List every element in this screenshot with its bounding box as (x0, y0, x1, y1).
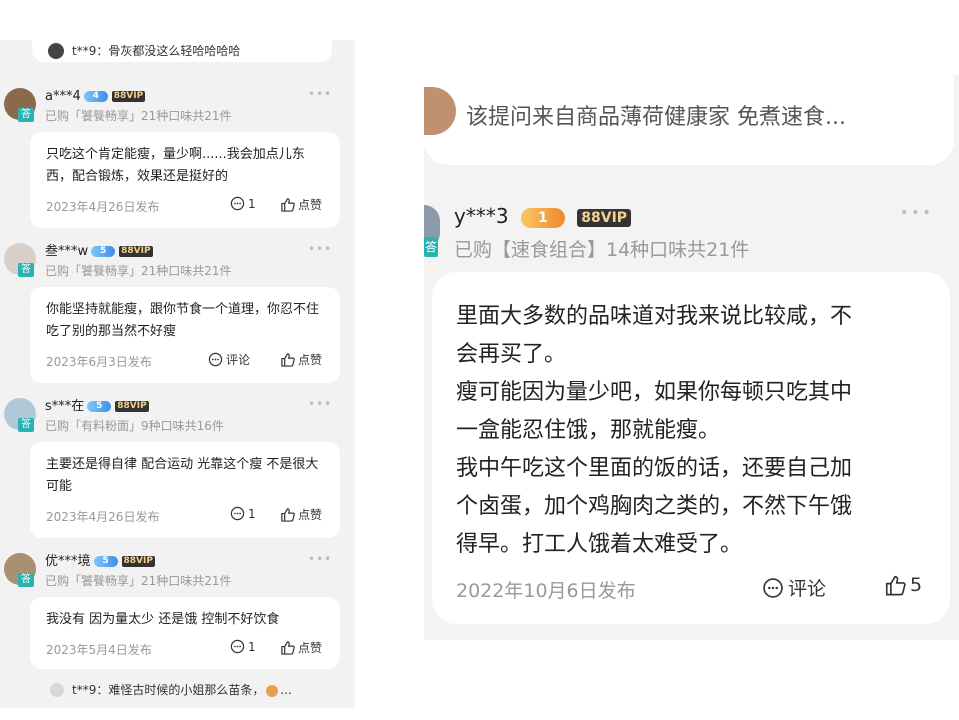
answer-badge: 答 (424, 237, 438, 257)
comment-button[interactable]: 评论 (762, 574, 826, 601)
answer-card: 里面大多数的品味道对我来说比较咸，不 会再买了。 瘦可能因为量少吧，如果你每顿只… (432, 272, 950, 624)
like-label: 点赞 (298, 641, 323, 655)
like-label: 点赞 (298, 353, 323, 367)
comment-bubble-icon (208, 352, 223, 367)
diamond-level-icon: 5 (91, 246, 116, 257)
answer-badge: 答 (18, 108, 34, 122)
thumbs-up-icon (281, 353, 295, 367)
comment-button[interactable]: 1 (230, 639, 256, 654)
comment-count: 1 (248, 639, 256, 654)
answer-card: 只吃这个肯定能瘦，量少啊......我会加点儿东西，配合锻炼，效果还是挺好的 2… (30, 132, 340, 228)
publish-date: 2023年4月26日发布 (46, 200, 160, 214)
purchase-info: 已购「饕餮畅享」21种口味共21件 (45, 264, 232, 278)
vip-badge: 88VIP (119, 246, 153, 257)
vip-badge: 88VIP (577, 208, 632, 227)
like-label: 点赞 (298, 198, 323, 212)
left-qa-panel: t**9：骨灰都没这么轻哈哈哈哈 答 a***4 4 88VIP ••• 已购「饕餮… (0, 40, 355, 708)
username[interactable]: s***在 (45, 399, 84, 414)
comment-label: 评论 (226, 353, 251, 367)
thumbs-up-icon (281, 198, 295, 212)
product-thumbnail (424, 87, 456, 135)
user-avatar-small (48, 43, 64, 59)
like-label: 点赞 (298, 508, 323, 522)
more-dots-icon[interactable]: ••• (308, 87, 332, 101)
answer-card: 主要还是得自律 配合运动 光靠这个瘦 不是很大可能 2023年4月26日发布 1… (30, 442, 340, 538)
comment-button[interactable]: 1 (230, 506, 256, 521)
reply-preview-bottom[interactable]: t**9：难怪古时候的小姐那么苗条，... (36, 678, 336, 702)
purchase-info: 已购「饕餮畅享」21种口味共21件 (45, 574, 232, 588)
comment-label: 评论 (788, 578, 827, 600)
comment-bubble-icon (763, 577, 783, 598)
answer-text: 我没有 因为量太少 还是饿 控制不好饮食 (46, 612, 280, 627)
answer-text: 你能坚持就能瘦，跟你节食一个道理，你忍不住吃了别的那当然不好瘦 (46, 302, 320, 339)
reply-text: 骨灰都没这么轻哈哈哈哈 (108, 44, 241, 58)
answer-card: 你能坚持就能瘦，跟你节食一个道理，你忍不住吃了别的那当然不好瘦 2023年6月3… (30, 287, 340, 383)
emoji-icon (266, 684, 279, 697)
purchase-info: 已购「饕餮畅享」21种口味共21件 (45, 109, 232, 123)
diamond-level-icon: 5 (87, 401, 112, 412)
purchase-info: 已购【速食组合】14种口味共21件 (454, 239, 750, 261)
like-count: 5 (910, 574, 923, 596)
comment-bubble-icon (230, 639, 245, 654)
crown-level-icon: 1 (520, 207, 565, 228)
more-dots-icon[interactable]: ••• (308, 242, 332, 256)
answer-badge: 答 (18, 573, 34, 587)
answer-card: 我没有 因为量太少 还是饿 控制不好饮食 2023年5月4日发布 1 点赞 (30, 597, 340, 669)
vip-badge: 88VIP (115, 401, 149, 412)
comment-count: 1 (248, 196, 256, 211)
username[interactable]: y***3 (454, 204, 509, 228)
question-source-card[interactable]: 该提问来自商品薄荷健康家 免煮速食... (424, 75, 954, 165)
answer-badge: 答 (18, 263, 34, 277)
like-button[interactable]: 点赞 (280, 351, 322, 368)
thumbs-up-icon (281, 508, 295, 522)
answer-text: 里面大多数的品味道对我来说比较咸，不 会再买了。 瘦可能因为量少吧，如果你每顿只… (456, 304, 853, 557)
answer-text: 只吃这个肯定能瘦，量少啊......我会加点儿东西，配合锻炼，效果还是挺好的 (46, 147, 305, 184)
like-button[interactable]: 点赞 (280, 196, 322, 213)
like-button[interactable]: 点赞 (280, 639, 322, 656)
comment-count: 1 (248, 506, 256, 521)
question-source-text: 该提问来自商品薄荷健康家 免煮速食... (466, 105, 846, 130)
thumbs-up-icon (281, 641, 295, 655)
vip-badge: 88VIP (121, 556, 155, 567)
username[interactable]: 叁***w (45, 244, 88, 259)
publish-date: 2022年10月6日发布 (456, 580, 636, 602)
diamond-level-icon: 4 (83, 91, 108, 102)
right-qa-panel: 该提问来自商品薄荷健康家 免煮速食... 答 y***3 1 88VIP •••… (424, 75, 959, 640)
publish-date: 2023年5月4日发布 (46, 643, 152, 657)
comment-button[interactable]: 评论 (208, 351, 250, 368)
thumbs-up-icon (885, 575, 906, 596)
more-dots-icon[interactable]: ••• (308, 397, 332, 411)
answer-text: 主要还是得自律 配合运动 光靠这个瘦 不是很大可能 (46, 457, 319, 494)
reply-preview-top[interactable]: t**9：骨灰都没这么轻哈哈哈哈 (32, 40, 332, 62)
like-button[interactable]: 5 (884, 574, 922, 596)
publish-date: 2023年6月3日发布 (46, 355, 152, 369)
username[interactable]: 优***境 (45, 554, 91, 569)
vip-badge: 88VIP (111, 91, 146, 102)
diamond-level-icon: 5 (93, 556, 118, 567)
reply-user: t**9： (72, 44, 109, 58)
username[interactable]: a***4 (45, 89, 81, 104)
like-button[interactable]: 点赞 (280, 506, 322, 523)
reply-user: t**9： (72, 683, 109, 697)
comment-bubble-icon (230, 506, 245, 521)
more-dots-icon[interactable]: ••• (900, 205, 934, 221)
reply-text: 难怪古时候的小姐那么苗条， (108, 683, 265, 697)
purchase-info: 已购「有料粉面」9种口味共16件 (45, 419, 224, 433)
answer-badge: 答 (18, 418, 34, 432)
comment-bubble-icon (230, 196, 245, 211)
comment-button[interactable]: 1 (230, 196, 256, 211)
publish-date: 2023年4月26日发布 (46, 510, 160, 524)
more-dots-icon[interactable]: ••• (308, 552, 332, 566)
user-avatar-small (50, 683, 64, 697)
